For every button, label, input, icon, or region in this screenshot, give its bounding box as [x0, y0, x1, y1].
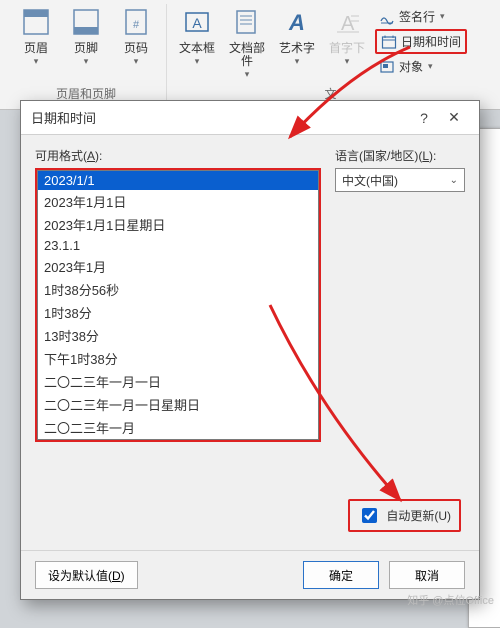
date-time-button[interactable]: 日期和时间	[375, 29, 467, 54]
ok-button[interactable]: 确定	[303, 561, 379, 589]
formats-listbox[interactable]: 2023/1/12023年1月1日2023年1月1日星期日23.1.12023年…	[37, 170, 319, 440]
chevron-down-icon: ▾	[195, 56, 200, 67]
language-label: 语言(国家/地区)(L):	[335, 147, 465, 164]
dropcap-button[interactable]: A 首字下 ▾	[323, 4, 371, 69]
dropcap-label: 首字下	[329, 42, 365, 55]
format-option[interactable]: 2023年1月1日	[38, 190, 318, 213]
formats-listbox-highlight: 2023/1/12023年1月1日2023年1月1日星期日23.1.12023年…	[35, 168, 321, 442]
object-label: 对象	[399, 58, 423, 75]
wordart-icon: A	[281, 6, 313, 38]
object-button[interactable]: 对象 ▾	[375, 56, 467, 77]
svg-text:A: A	[288, 10, 305, 35]
textbox-button[interactable]: A 文本框 ▾	[173, 4, 221, 69]
dialog-title: 日期和时间	[31, 108, 96, 127]
format-option[interactable]: 23.1.1	[38, 236, 318, 255]
watermark: 知乎 @点位Office	[407, 592, 494, 608]
footer-label: 页脚	[74, 42, 98, 55]
header-button[interactable]: 页眉 ▾	[12, 4, 60, 69]
signature-icon	[379, 9, 395, 25]
object-icon	[379, 59, 395, 75]
format-option[interactable]: 下午1时38分	[38, 347, 318, 370]
formats-label: 可用格式(A):	[35, 147, 321, 164]
ribbon: 页眉 ▾ 页脚 ▾ # 页码 ▾ 页眉和页脚	[0, 0, 500, 110]
format-option[interactable]: 2023年1月1日星期日	[38, 213, 318, 236]
chevron-down-icon: ▾	[134, 56, 139, 67]
footer-button[interactable]: 页脚 ▾	[62, 4, 110, 69]
dropcap-icon: A	[331, 6, 363, 38]
date-time-dialog: 日期和时间 ? ✕ 可用格式(A): 2023/1/12023年1月1日2023…	[20, 100, 480, 600]
chevron-down-icon: ⌄	[450, 175, 458, 186]
textbox-label: 文本框	[179, 42, 215, 55]
set-default-button[interactable]: 设为默认值(D)	[35, 561, 138, 589]
page-number-label: 页码	[124, 42, 148, 55]
cancel-button[interactable]: 取消	[389, 561, 465, 589]
textbox-icon: A	[181, 6, 213, 38]
auto-update-checkbox[interactable]: 自动更新(U)	[348, 499, 461, 532]
ribbon-group-text: A 文本框 ▾ 文档部件 ▾ A 艺术字 ▾ A	[167, 4, 494, 104]
chevron-down-icon: ▾	[84, 56, 89, 67]
svg-text:A: A	[192, 15, 202, 31]
signature-line-button[interactable]: 签名行 ▾	[375, 6, 467, 27]
quick-parts-label: 文档部件	[225, 42, 269, 68]
close-button[interactable]: ✕	[439, 109, 469, 126]
wordart-button[interactable]: A 艺术字 ▾	[273, 4, 321, 69]
wordart-label: 艺术字	[279, 42, 315, 55]
help-button[interactable]: ?	[409, 110, 439, 126]
dialog-body: 可用格式(A): 2023/1/12023年1月1日2023年1月1日星期日23…	[21, 135, 479, 550]
chevron-down-icon: ▾	[428, 61, 433, 72]
page-number-icon: #	[120, 6, 152, 38]
chevron-down-icon: ▾	[295, 56, 300, 67]
date-time-label: 日期和时间	[401, 33, 461, 50]
auto-update-label: 自动更新(U)	[386, 507, 451, 524]
format-option[interactable]: 2023/1/1	[38, 171, 318, 190]
page-number-button[interactable]: # 页码 ▾	[112, 4, 160, 69]
chevron-down-icon: ▾	[440, 11, 445, 22]
language-select[interactable]: 中文(中国) ⌄	[335, 168, 465, 192]
signature-label: 签名行	[399, 8, 435, 25]
format-option[interactable]: 13时38分	[38, 324, 318, 347]
quick-parts-button[interactable]: 文档部件 ▾	[223, 4, 271, 82]
chevron-down-icon: ▾	[345, 56, 350, 67]
header-icon	[20, 6, 52, 38]
ribbon-right-column: 签名行 ▾ 日期和时间 对象 ▾	[373, 4, 469, 79]
format-option[interactable]: 二〇二三年一月一日星期日	[38, 393, 318, 416]
format-option[interactable]: 2023年1月	[38, 255, 318, 278]
format-option[interactable]: 二〇二三年一月	[38, 416, 318, 439]
auto-update-input[interactable]	[362, 508, 377, 523]
footer-icon	[70, 6, 102, 38]
calendar-icon	[381, 34, 397, 50]
format-option[interactable]: 1时38分56秒	[38, 278, 318, 301]
quick-parts-icon	[231, 6, 263, 38]
chevron-down-icon: ▾	[34, 56, 39, 67]
svg-text:#: #	[133, 19, 140, 31]
header-label: 页眉	[24, 42, 48, 55]
dialog-titlebar: 日期和时间 ? ✕	[21, 101, 479, 135]
ribbon-group-header-footer: 页眉 ▾ 页脚 ▾ # 页码 ▾ 页眉和页脚	[6, 4, 167, 104]
language-value: 中文(中国)	[342, 172, 398, 189]
format-option[interactable]: 二〇二三年一月一日	[38, 370, 318, 393]
chevron-down-icon: ▾	[245, 69, 250, 80]
format-option[interactable]: 1时38分	[38, 301, 318, 324]
